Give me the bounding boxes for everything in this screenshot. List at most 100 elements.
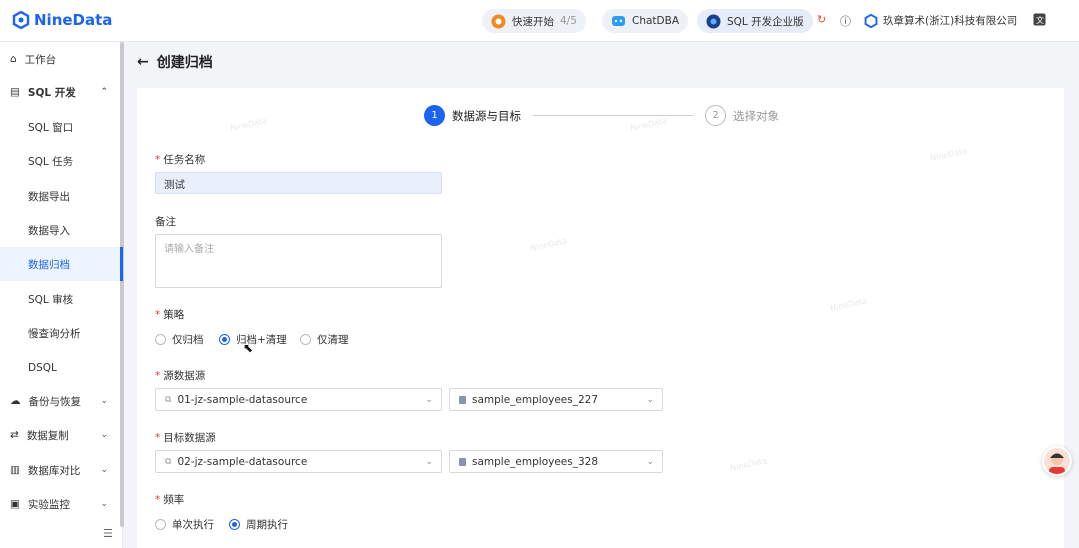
step-indicator: 1 数据源与目标 2 选择对象 [424, 105, 779, 126]
menu-collapse-icon[interactable]: ☰ [103, 527, 113, 540]
remark-textarea[interactable]: 请输入备注 [155, 234, 442, 288]
source-label: * 源数据源 [155, 370, 206, 382]
sidebar-item-label: 数据归档 [28, 258, 70, 271]
step-2-circle: 2 [705, 105, 726, 126]
notification-icon[interactable]: ↻ [817, 13, 826, 26]
sidebar-item-label: 工作台 [24, 53, 57, 66]
sidebar-item-monitor[interactable]: ▣ 实验监控 ⌄ [0, 487, 120, 521]
task-name-input[interactable]: 测试 [155, 172, 442, 194]
target-label: * 目标数据源 [155, 432, 216, 444]
top-bar: NineData 快速开始 4/5 ChatDBA SQL 开发企业版 ↻ ⓘ … [0, 0, 1079, 42]
sidebar-item-sql-dev[interactable]: ▤ SQL 开发 ⌃ [0, 75, 120, 109]
mouse-cursor-icon: ⬉ [243, 341, 254, 355]
monitor-icon: ▣ [10, 498, 20, 510]
chevron-down-icon: ⌄ [100, 396, 108, 406]
quickstart-label: 快速开始 [512, 15, 554, 28]
company-name: 玖章算术(浙江)科技有限公司 [883, 15, 1018, 27]
edition-button[interactable]: SQL 开发企业版 [697, 9, 813, 33]
frequency-once-radio[interactable]: 单次执行 [155, 517, 214, 532]
sidebar-item-dsql[interactable]: DSQL [0, 351, 120, 385]
source-datasource-select[interactable]: ⧉ 01-jz-sample-datasource ⌄ [155, 388, 442, 411]
chevron-down-icon: ⌄ [646, 394, 654, 405]
support-avatar[interactable] [1042, 446, 1072, 476]
replication-icon: ⇄ [10, 429, 19, 441]
form-card [137, 88, 1064, 548]
ninedata-logo-icon [12, 11, 30, 29]
sidebar-item-label: SQL 开发 [27, 86, 76, 99]
chatdba-label: ChatDBA [632, 15, 680, 27]
radio-circle [155, 334, 166, 345]
sidebar-item-label: SQL 任务 [28, 155, 74, 168]
chevron-down-icon: ⌄ [425, 456, 433, 467]
edition-icon [706, 14, 721, 29]
company-logo-icon [864, 13, 878, 28]
radio-circle [300, 334, 311, 345]
chevron-down-icon: ⌄ [646, 456, 654, 467]
source-database-select[interactable]: sample_employees_227 ⌄ [449, 388, 663, 411]
radio-circle [219, 334, 230, 345]
sidebar-item-compare[interactable]: ▥ 数据库对比 ⌄ [0, 453, 120, 487]
support-agent-icon [1049, 453, 1065, 474]
sidebar-item-label: 数据导入 [28, 224, 70, 237]
datasource-icon: ⧉ [165, 394, 172, 405]
radio-circle [229, 519, 240, 530]
chatdba-button[interactable]: ChatDBA [602, 9, 689, 33]
company-switcher[interactable]: 玖章算术(浙江)科技有限公司 [864, 13, 1017, 28]
home-icon: ⌂ [10, 53, 17, 65]
svg-text:文: 文 [1036, 15, 1044, 25]
sql-dev-icon: ▤ [10, 86, 20, 98]
sidebar-item-data-export[interactable]: 数据导出 [0, 179, 120, 213]
quickstart-icon [491, 14, 506, 29]
logo-text: NineData [34, 11, 113, 29]
sidebar-item-label: SQL 窗口 [28, 121, 74, 134]
sidebar-item-sql-review[interactable]: SQL 审核 [0, 282, 120, 316]
strategy-archive-only-radio[interactable]: 仅归档 [155, 332, 204, 347]
page-title: 创建归档 [156, 55, 213, 71]
sidebar-item-backup[interactable]: ☁ 备份与恢复 ⌄ [0, 384, 120, 418]
remark-label: 备注 [155, 216, 176, 228]
backup-icon: ☁ [10, 395, 21, 407]
step-connector [533, 115, 693, 116]
sidebar-item-workbench[interactable]: ⌂ 工作台 [0, 42, 120, 76]
chevron-down-icon: ⌄ [100, 499, 108, 509]
chevron-down-icon: ⌄ [100, 430, 108, 440]
help-icon[interactable]: ⓘ [840, 13, 851, 29]
strategy-label: * 策略 [155, 309, 185, 321]
sidebar-item-label: SQL 审核 [28, 293, 74, 306]
sidebar-item-label: 数据库对比 [27, 464, 81, 477]
sidebar-item-slow-query[interactable]: 慢查询分析 [0, 316, 120, 350]
step-1-label: 数据源与目标 [452, 108, 521, 123]
target-database-select[interactable]: sample_employees_328 ⌄ [449, 450, 663, 473]
sidebar-item-replication[interactable]: ⇄ 数据复制 ⌄ [0, 418, 120, 452]
compare-icon: ▥ [10, 464, 20, 476]
database-icon [459, 395, 466, 404]
sidebar-item-sql-window[interactable]: SQL 窗口 [0, 110, 120, 144]
chevron-down-icon: ⌄ [425, 394, 433, 405]
app-logo[interactable]: NineData [12, 11, 112, 29]
sidebar-item-label: 数据导出 [28, 190, 70, 203]
quickstart-button[interactable]: 快速开始 4/5 [482, 9, 586, 33]
sidebar-item-label: DSQL [28, 362, 57, 374]
target-datasource-select[interactable]: ⧉ 02-jz-sample-datasource ⌄ [155, 450, 442, 473]
page-header: ← 创建归档 [137, 52, 213, 72]
step-1-circle: 1 [424, 105, 445, 126]
sidebar-scrollbar[interactable] [120, 42, 124, 527]
chevron-up-icon: ⌃ [100, 87, 108, 97]
datasource-icon: ⧉ [165, 456, 172, 467]
sidebar-item-label: 备份与恢复 [28, 395, 82, 408]
strategy-clean-only-radio[interactable]: 仅清理 [300, 332, 349, 347]
sidebar-item-data-archive[interactable]: 数据归档 [0, 247, 123, 281]
radio-circle [155, 519, 166, 530]
frequency-label: * 频率 [155, 494, 185, 506]
arrow-left-icon[interactable]: ← [137, 54, 149, 70]
frequency-periodic-radio[interactable]: 周期执行 [229, 517, 288, 532]
task-name-label: * 任务名称 [155, 154, 206, 166]
edition-label: SQL 开发企业版 [727, 15, 804, 28]
database-icon [459, 457, 466, 466]
sidebar-item-label: 实验监控 [27, 498, 70, 511]
sidebar-item-data-import[interactable]: 数据导入 [0, 213, 120, 247]
language-icon[interactable]: 文 [1033, 13, 1046, 29]
sidebar-item-sql-task[interactable]: SQL 任务 [0, 144, 120, 178]
chevron-down-icon: ⌄ [100, 465, 108, 475]
sidebar-item-label: 数据复制 [26, 429, 69, 442]
